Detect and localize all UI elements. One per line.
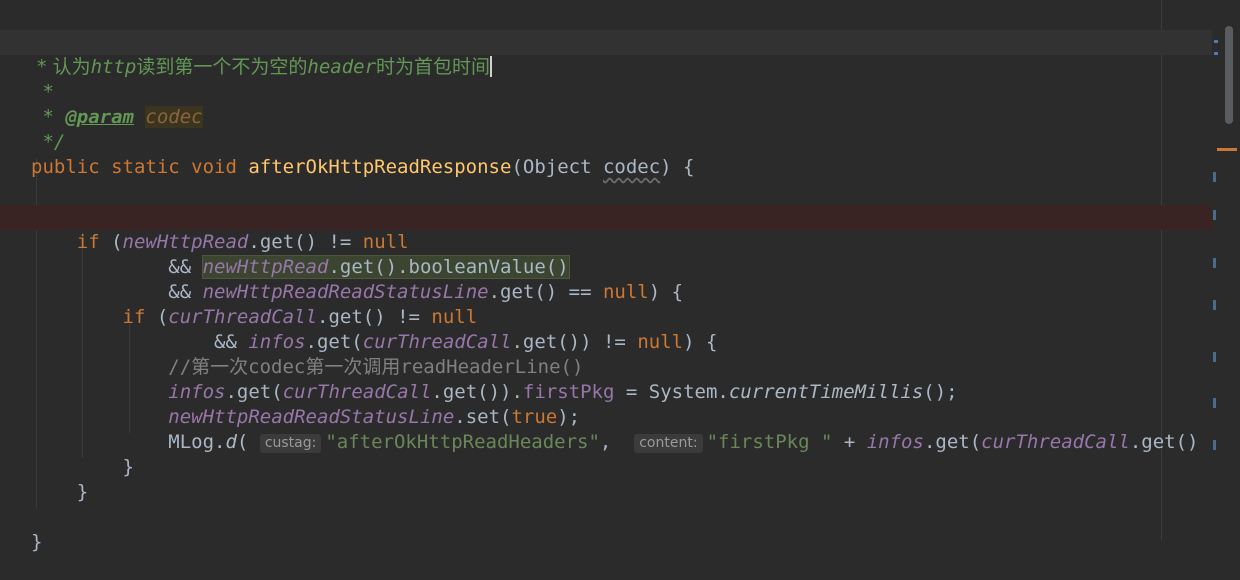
error-stripe-mark[interactable] (1214, 52, 1218, 55)
error-stripe-mark[interactable] (1213, 172, 1216, 182)
code-line[interactable]: MLog.d( custag:"afterOkHttpReadHeaders",… (0, 180, 1240, 228)
method-declaration: public static void afterOkHttpReadRespon… (31, 156, 695, 178)
code-line[interactable]: } (0, 455, 1240, 503)
error-stripe-mark[interactable] (1213, 398, 1216, 408)
code-line-current[interactable]: * 认为http读到第一个不为空的header时为首包时间 (0, 30, 1240, 78)
error-stripe-mark[interactable] (1213, 352, 1216, 362)
error-stripe-mark[interactable] (1214, 40, 1218, 43)
code-line[interactable]: */ (0, 105, 1240, 153)
code-line[interactable]: } (0, 505, 1240, 553)
code-line[interactable]: /** (0, 5, 1240, 53)
error-stripe-mark[interactable] (1213, 210, 1216, 220)
code-line[interactable]: MLog.d( custag:"afterOkHttpReadHeaders",… (0, 405, 1240, 453)
code-line[interactable]: //第一次codec第一次调用readHeaderLine() (0, 330, 1240, 378)
code-line[interactable]: infos.get(curThreadCall.get()).firstPkg … (0, 355, 1240, 403)
code-line[interactable]: * @param codec (0, 80, 1240, 128)
line-text: } (31, 481, 89, 503)
code-line[interactable]: public static void afterOkHttpReadRespon… (0, 130, 1240, 178)
error-stripe-mark[interactable] (1213, 300, 1216, 310)
code-line[interactable]: && newHttpReadReadStatusLine.get() == nu… (0, 255, 1240, 303)
code-line[interactable]: newHttpReadReadStatusLine.set(true); (0, 380, 1240, 428)
error-stripe-mark[interactable] (1213, 258, 1216, 268)
scrollbar-thumb[interactable] (1225, 26, 1233, 124)
code-line[interactable]: && newHttpRead.get().booleanValue() (0, 230, 1240, 279)
error-stripe-mark[interactable] (1217, 148, 1237, 151)
line-text: } (31, 531, 43, 553)
code-line-breakpoint[interactable]: if (newHttpRead.get() != null (0, 205, 1240, 253)
code-line[interactable]: * (0, 55, 1240, 103)
code-line[interactable]: && infos.get(curThreadCall.get()) != nul… (0, 305, 1240, 353)
error-stripe-mark[interactable] (1213, 440, 1216, 450)
code-editor[interactable]: /** * 认为http读到第一个不为空的header时为首包时间 * * @p… (0, 0, 1240, 553)
code-line[interactable]: if (curThreadCall.get() != null (0, 280, 1240, 328)
code-line[interactable]: } (0, 430, 1240, 478)
